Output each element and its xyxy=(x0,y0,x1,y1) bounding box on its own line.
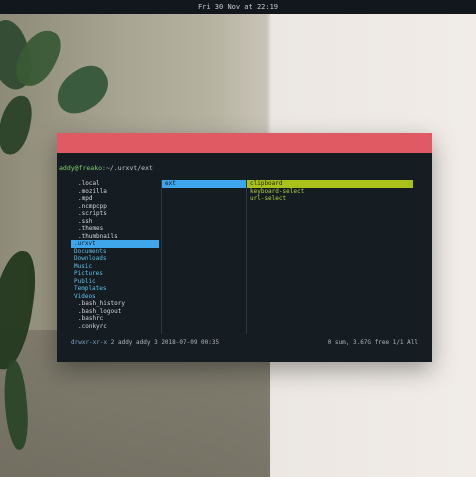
file-entry[interactable]: Videos xyxy=(71,293,159,301)
file-entry[interactable]: .bashrc xyxy=(71,315,159,323)
file-entry[interactable]: url-select xyxy=(247,195,413,203)
file-entry[interactable]: clipboard xyxy=(247,180,413,188)
file-list-preview[interactable]: clipboard keyboard-select url-select xyxy=(246,180,413,334)
prompt-user: addy@freako xyxy=(59,164,103,172)
file-entry[interactable]: Pictures xyxy=(71,270,159,278)
window-titlebar[interactable] xyxy=(57,133,432,153)
file-entry[interactable]: .local xyxy=(71,180,159,188)
status-permissions: drwxr-xr-x xyxy=(71,339,108,346)
prompt-path: :~/.urxvt/ext xyxy=(102,164,153,172)
file-entry[interactable]: .mozilla xyxy=(71,188,159,196)
file-entry[interactable]: Downloads xyxy=(71,255,159,263)
file-entry[interactable]: keyboard-select xyxy=(247,188,413,196)
shell-prompt: addy@freako:~/.urxvt/ext xyxy=(59,164,153,172)
file-entry[interactable]: .urxvt xyxy=(71,240,159,248)
file-entry[interactable]: .themes xyxy=(71,225,159,233)
file-entry[interactable]: Public xyxy=(71,278,159,286)
file-entry[interactable]: .ncmpcpp xyxy=(71,203,159,211)
file-entry[interactable]: .conkyrc xyxy=(71,323,159,331)
file-entry[interactable]: Music xyxy=(71,263,159,271)
file-list-parent[interactable]: .local .mozilla .mpd .ncmpcpp .scripts .ssh .t… xyxy=(71,180,159,334)
file-entry[interactable]: .ssh xyxy=(71,218,159,226)
file-entry[interactable]: Documents xyxy=(71,248,159,256)
terminal-window[interactable]: addy@freako:~/.urxvt/ext .local .mozilla.… xyxy=(57,133,432,362)
file-entry[interactable]: .bash_logout xyxy=(71,308,159,316)
file-entry[interactable]: ext xyxy=(162,180,246,188)
file-list-current[interactable]: ext xyxy=(161,180,246,334)
file-entry[interactable]: .thumbnails xyxy=(71,233,159,241)
status-summary: 0 sum, 3.67G free 1/1 All xyxy=(327,339,418,346)
file-entry[interactable]: .bash_history xyxy=(71,300,159,308)
file-entry[interactable]: Templates xyxy=(71,285,159,293)
clock: Fri 30 Nov at 22:19 xyxy=(197,3,279,11)
file-entry[interactable]: .mpd xyxy=(71,195,159,203)
file-entry[interactable]: .scripts xyxy=(71,210,159,218)
top-bar: Fri 30 Nov at 22:19 xyxy=(0,0,476,14)
status-bar: drwxr-xr-x 2 addy addy 3 2018-07-09 00:3… xyxy=(71,339,418,349)
status-info: 2 addy addy 3 2018-07-09 00:35 xyxy=(110,339,220,346)
